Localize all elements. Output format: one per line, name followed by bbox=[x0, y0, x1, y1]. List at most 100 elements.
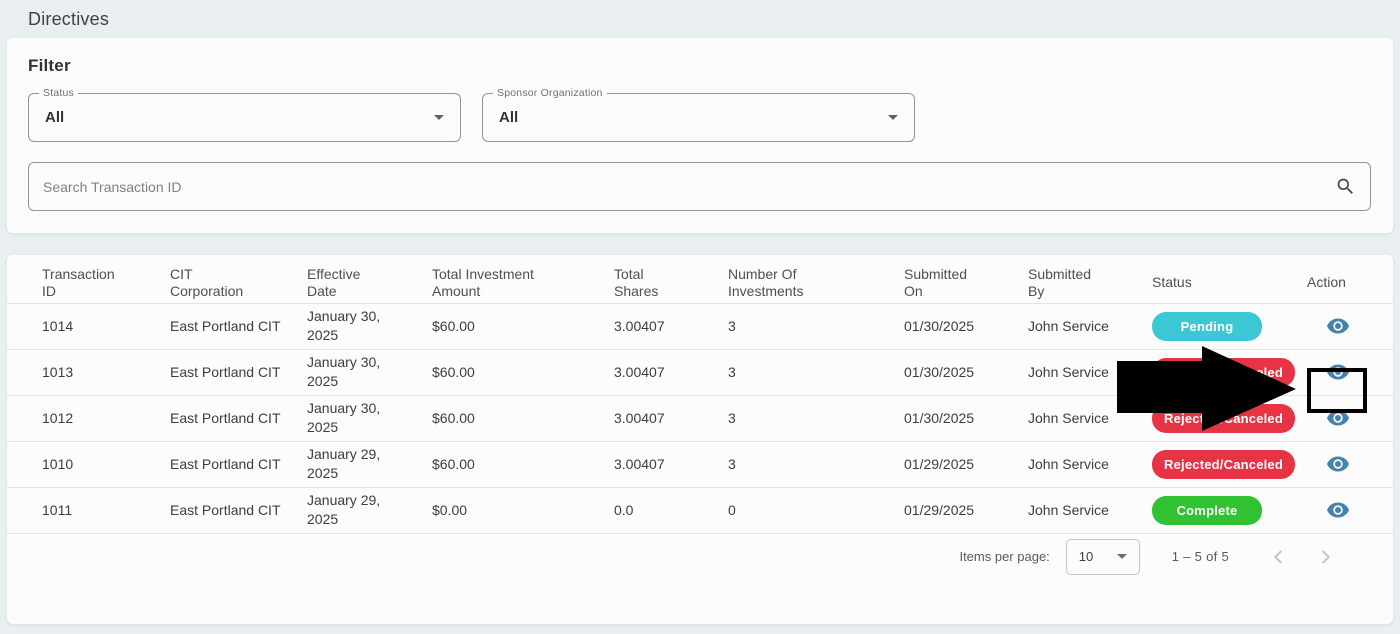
chevron-down-icon bbox=[888, 115, 898, 120]
search-icon[interactable] bbox=[1335, 176, 1356, 197]
chevron-down-icon bbox=[434, 115, 444, 120]
number-of-investments-cell: 3 bbox=[708, 395, 884, 442]
column-header-number-of-investments: Number Of Investments bbox=[708, 259, 884, 304]
total-investment-amount-cell: $0.00 bbox=[412, 487, 594, 534]
sponsor-organization-select-value: All bbox=[499, 109, 519, 126]
submitted-on-cell: 01/30/2025 bbox=[884, 349, 1008, 396]
items-per-page-label: Items per page: bbox=[959, 549, 1050, 564]
effective-date-cell: January 30, 2025 bbox=[287, 395, 412, 442]
page-size-select[interactable]: 10 bbox=[1065, 538, 1140, 575]
total-shares-cell: 3.00407 bbox=[594, 441, 708, 488]
sponsor-organization-select[interactable]: Sponsor Organization All bbox=[482, 87, 915, 142]
status-select[interactable]: Status All bbox=[28, 87, 461, 142]
total-shares-cell: 3.00407 bbox=[594, 395, 708, 442]
action-cell bbox=[1287, 441, 1393, 488]
submitted-on-cell: 01/29/2025 bbox=[884, 441, 1008, 488]
directives-table-card: Transaction ID CIT Corporation Effective D… bbox=[7, 255, 1393, 624]
filter-fields: Status All Sponsor Organization All bbox=[28, 87, 1371, 142]
status-badge: Rejected/Canceled bbox=[1152, 403, 1296, 433]
status-badge: Rejected/Canceled bbox=[1152, 449, 1296, 479]
chevron-down-icon bbox=[1116, 554, 1127, 559]
submitted-by-cell: John Service bbox=[1008, 349, 1132, 396]
chevron-left-icon bbox=[1267, 546, 1289, 568]
total-shares-cell: 3.00407 bbox=[594, 349, 708, 396]
table-row: 1012 East Portland CIT January 30, 2025 … bbox=[7, 395, 1393, 442]
action-cell bbox=[1287, 395, 1393, 442]
view-details-button[interactable] bbox=[1326, 406, 1350, 430]
column-header-total-investment-amount: Total Investment Amount bbox=[412, 259, 594, 304]
total-investment-amount-cell: $60.00 bbox=[412, 349, 594, 396]
transaction-id-cell: 1012 bbox=[7, 395, 150, 442]
table-row: 1010 East Portland CIT January 29, 2025 … bbox=[7, 441, 1393, 488]
cit-corporation-cell: East Portland CIT bbox=[150, 349, 287, 396]
number-of-investments-cell: 3 bbox=[708, 349, 884, 396]
column-header-status: Status bbox=[1132, 259, 1287, 304]
cit-corporation-cell: East Portland CIT bbox=[150, 395, 287, 442]
page: Directives Filter Status All Sponsor Org… bbox=[0, 0, 1400, 624]
table-row: 1011 East Portland CIT January 29, 2025 … bbox=[7, 487, 1393, 534]
search-box bbox=[28, 162, 1371, 211]
status-badge: Complete bbox=[1152, 495, 1262, 525]
page-size-value: 10 bbox=[1078, 549, 1094, 564]
effective-date-cell: January 30, 2025 bbox=[287, 303, 412, 350]
directives-table: Transaction ID CIT Corporation Effective D… bbox=[7, 259, 1393, 534]
page-range-label: 1 – 5 of 5 bbox=[1171, 549, 1229, 564]
total-investment-amount-cell: $60.00 bbox=[412, 395, 594, 442]
status-cell: Rejected/Canceled bbox=[1132, 441, 1296, 488]
page-title: Directives bbox=[28, 9, 110, 29]
status-badge: Pending bbox=[1152, 311, 1262, 341]
submitted-by-cell: John Service bbox=[1008, 303, 1132, 350]
status-cell: Rejected/Canceled bbox=[1132, 395, 1296, 442]
column-header-action: Action bbox=[1287, 259, 1393, 304]
action-cell bbox=[1287, 303, 1393, 350]
column-header-submitted-by: Submitted By bbox=[1008, 259, 1132, 304]
number-of-investments-cell: 3 bbox=[708, 303, 884, 350]
transaction-id-cell: 1013 bbox=[7, 349, 150, 396]
number-of-investments-cell: 3 bbox=[708, 441, 884, 488]
status-select-value: All bbox=[45, 109, 65, 126]
effective-date-cell: January 29, 2025 bbox=[287, 441, 412, 488]
transaction-id-cell: 1010 bbox=[7, 441, 150, 488]
submitted-on-cell: 01/30/2025 bbox=[884, 303, 1008, 350]
column-header-submitted-on: Submitted On bbox=[884, 259, 1008, 304]
status-cell: Pending bbox=[1132, 303, 1287, 350]
number-of-investments-cell: 0 bbox=[708, 487, 884, 534]
status-cell: Rejected/Canceled bbox=[1132, 349, 1296, 396]
effective-date-cell: January 29, 2025 bbox=[287, 487, 412, 534]
action-cell bbox=[1287, 349, 1393, 396]
previous-page-button[interactable] bbox=[1259, 538, 1297, 576]
chevron-right-icon bbox=[1315, 546, 1337, 568]
total-shares-cell: 0.0 bbox=[594, 487, 708, 534]
table-body: 1014 East Portland CIT January 30, 2025 … bbox=[7, 303, 1393, 534]
status-select-label: Status bbox=[39, 87, 78, 99]
table-row: 1014 East Portland CIT January 30, 2025 … bbox=[7, 303, 1393, 350]
column-header-cit-corporation: CIT Corporation bbox=[150, 259, 287, 304]
table-row: 1013 East Portland CIT January 30, 2025 … bbox=[7, 349, 1393, 396]
transaction-id-cell: 1014 bbox=[7, 303, 150, 350]
column-header-total-shares: Total Shares bbox=[594, 259, 708, 304]
table-header-row: Transaction ID CIT Corporation Effective D… bbox=[7, 259, 1393, 304]
status-cell: Complete bbox=[1132, 487, 1287, 534]
submitted-on-cell: 01/30/2025 bbox=[884, 395, 1008, 442]
view-details-button[interactable] bbox=[1326, 360, 1350, 384]
total-investment-amount-cell: $60.00 bbox=[412, 441, 594, 488]
search-input[interactable] bbox=[29, 163, 1335, 210]
submitted-on-cell: 01/29/2025 bbox=[884, 487, 1008, 534]
status-badge: Rejected/Canceled bbox=[1152, 357, 1296, 387]
cit-corporation-cell: East Portland CIT bbox=[150, 303, 287, 350]
total-investment-amount-cell: $60.00 bbox=[412, 303, 594, 350]
view-details-button[interactable] bbox=[1326, 452, 1350, 476]
column-header-effective-date: Effective Date bbox=[287, 259, 412, 304]
filter-heading: Filter bbox=[28, 56, 71, 75]
next-page-button[interactable] bbox=[1307, 538, 1345, 576]
effective-date-cell: January 30, 2025 bbox=[287, 349, 412, 396]
filter-panel: Filter Status All Sponsor Organization A… bbox=[7, 38, 1393, 233]
view-details-button[interactable] bbox=[1326, 498, 1350, 522]
action-cell bbox=[1287, 487, 1393, 534]
submitted-by-cell: John Service bbox=[1008, 395, 1132, 442]
sponsor-organization-select-label: Sponsor Organization bbox=[493, 87, 607, 99]
submitted-by-cell: John Service bbox=[1008, 487, 1132, 534]
view-details-button[interactable] bbox=[1326, 314, 1350, 338]
total-shares-cell: 3.00407 bbox=[594, 303, 708, 350]
cit-corporation-cell: East Portland CIT bbox=[150, 487, 287, 534]
